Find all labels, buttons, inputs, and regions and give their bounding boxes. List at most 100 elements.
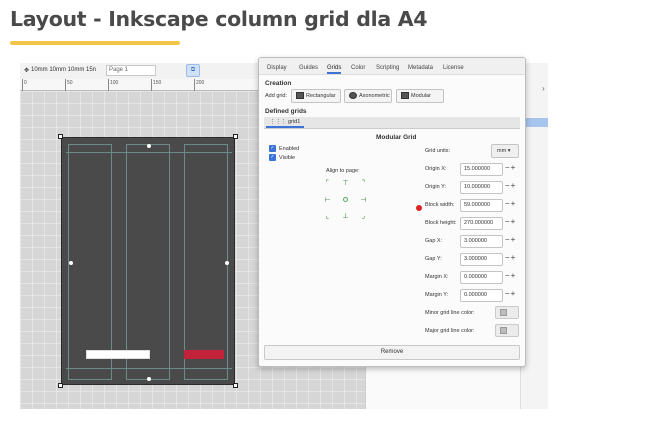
selected-dock-item[interactable] [523, 118, 548, 127]
horizontal-ruler: 0 50 100 150 200 [20, 79, 260, 91]
block-height-input[interactable]: 270.000000 [460, 217, 503, 230]
add-axonometric-grid-button[interactable]: Axonometric [344, 89, 392, 103]
major-grid-color-button[interactable] [495, 324, 519, 337]
align-center-icon[interactable] [343, 197, 348, 202]
block-height-stepper[interactable]: −+ [505, 217, 516, 226]
page-tool-button[interactable]: ⧉ [186, 64, 200, 77]
origin-x-label: Origin X: [425, 166, 447, 172]
cropped-thumbnail [86, 350, 150, 359]
ruler-tick-label: 200 [196, 80, 205, 86]
resize-handle[interactable] [58, 134, 63, 139]
cropped-red-thumbnail [184, 350, 224, 359]
align-bottom-center-icon[interactable]: ⊥ [342, 213, 349, 220]
annotation-marker [416, 205, 422, 211]
tab-guides[interactable]: Guides [299, 65, 318, 71]
gap-x-input[interactable]: 3.000000 [460, 235, 503, 248]
ruler-tick-label: 50 [67, 80, 73, 86]
margin-y-stepper[interactable]: −+ [505, 289, 516, 298]
chevron-down-icon: ▾ [507, 148, 511, 154]
minor-grid-color-label: Minor grid line color: [425, 310, 475, 316]
tab-license[interactable]: License [443, 65, 464, 71]
page-title: Layout - Inkscape column grid dla A4 [10, 7, 428, 31]
ruler-tick-label: 100 [110, 80, 119, 86]
origin-x-input[interactable]: 15.000000 [460, 163, 503, 176]
origin-y-input[interactable]: 10.000000 [460, 181, 503, 194]
grid-column [184, 144, 228, 380]
inkscape-toolbar: ✥ 10mm 10mm 10mm 15n Page 1 ⧉ [20, 63, 260, 79]
minor-grid-color-button[interactable] [495, 306, 519, 319]
title-underline [10, 41, 180, 45]
color-swatch-icon [500, 327, 507, 334]
modular-grid-title: Modular Grid [376, 134, 417, 141]
tab-color[interactable]: Color [351, 65, 365, 71]
snap-icon[interactable]: ✥ [24, 67, 29, 74]
tab-scripting[interactable]: Scripting [376, 65, 399, 71]
align-top-right-icon[interactable]: ⌝ [360, 180, 367, 187]
origin-x-stepper[interactable]: −+ [505, 163, 516, 172]
gap-y-input[interactable]: 3.000000 [460, 253, 503, 266]
align-middle-left-icon[interactable]: ⊢ [324, 197, 331, 204]
defined-grids-section-title: Defined grids [265, 108, 307, 115]
origin-y-stepper[interactable]: −+ [505, 181, 516, 190]
side-handle[interactable] [147, 144, 151, 148]
ruler-tick-label: 0 [24, 80, 27, 86]
block-width-stepper[interactable]: −+ [505, 199, 516, 208]
gap-y-stepper[interactable]: −+ [505, 253, 516, 262]
margin-x-input[interactable]: 0.000000 [460, 271, 503, 284]
margin-y-input[interactable]: 0.000000 [460, 289, 503, 302]
align-to-page-label: Align to page: [326, 168, 360, 174]
page-field-value: Page 1 [109, 67, 129, 73]
add-rectangular-grid-button[interactable]: Rectangular [291, 89, 341, 103]
resize-handle[interactable] [233, 134, 238, 139]
tab-grids[interactable]: Grids [327, 65, 342, 74]
modular-grid-icon [401, 92, 409, 100]
add-grid-label: Add grid: [265, 93, 288, 99]
side-handle[interactable] [147, 377, 151, 381]
major-grid-color-label: Major grid line color: [425, 328, 475, 334]
align-bottom-right-icon[interactable]: ⌟ [360, 213, 367, 220]
grid-units-label: Grid units: [425, 148, 451, 154]
remove-grid-button[interactable]: Remove [264, 345, 520, 360]
grid-column [126, 144, 170, 380]
margin-y-label: Margin Y: [425, 292, 449, 298]
gap-x-label: Gap X: [425, 238, 443, 244]
visible-checkbox[interactable]: ✓ [269, 154, 276, 161]
grid-column [68, 144, 112, 380]
resize-handle[interactable] [58, 383, 63, 388]
block-width-input[interactable]: 59.000000 [460, 199, 503, 212]
tab-metadata[interactable]: Metadata [408, 65, 433, 71]
block-height-label: Block height: [425, 220, 457, 226]
add-modular-grid-button[interactable]: Modular [396, 89, 444, 103]
document-properties-dialog: Display Guides Grids Color Scripting Met… [258, 57, 526, 367]
visible-label: Visible [279, 155, 296, 161]
rectangular-grid-icon [296, 92, 304, 100]
snap-margins-text: 10mm 10mm 10mm 15n [31, 67, 97, 73]
grid-icon: ⋮⋮⋮ [270, 119, 289, 125]
gap-x-stepper[interactable]: −+ [505, 235, 516, 244]
resize-handle[interactable] [233, 383, 238, 388]
enabled-checkbox[interactable]: ✓ [269, 145, 276, 152]
grid-tab-grid1[interactable]: ⋮⋮⋮ grid1 [266, 118, 305, 128]
chevron-right-icon[interactable]: › [542, 84, 545, 93]
block-width-label: Block width: [425, 202, 455, 208]
ruler-tick-label: 150 [153, 80, 162, 86]
creation-section-title: Creation [265, 80, 292, 87]
align-top-center-icon[interactable]: ⊤ [342, 180, 349, 187]
align-middle-right-icon[interactable]: ⊣ [360, 197, 367, 204]
axonometric-grid-icon [349, 92, 357, 100]
dialog-tabs: Display Guides Grids Color Scripting Met… [259, 58, 525, 75]
align-bottom-left-icon[interactable]: ⌞ [324, 213, 331, 220]
align-top-left-icon[interactable]: ⌜ [324, 180, 331, 187]
side-handle[interactable] [225, 261, 229, 265]
grid-units-select[interactable]: mm ▾ [491, 144, 519, 158]
grid-row-line [66, 152, 232, 153]
margin-x-stepper[interactable]: −+ [505, 271, 516, 280]
side-handle[interactable] [69, 261, 73, 265]
grid-tab-bar: ⋮⋮⋮ grid1 [264, 117, 520, 129]
color-swatch-icon [500, 309, 507, 316]
margin-x-label: Margin X: [425, 274, 449, 280]
page-field[interactable]: Page 1 [106, 65, 156, 76]
tab-display[interactable]: Display [267, 65, 287, 71]
enabled-label: Enabled [279, 146, 300, 152]
a4-page[interactable] [61, 137, 235, 385]
